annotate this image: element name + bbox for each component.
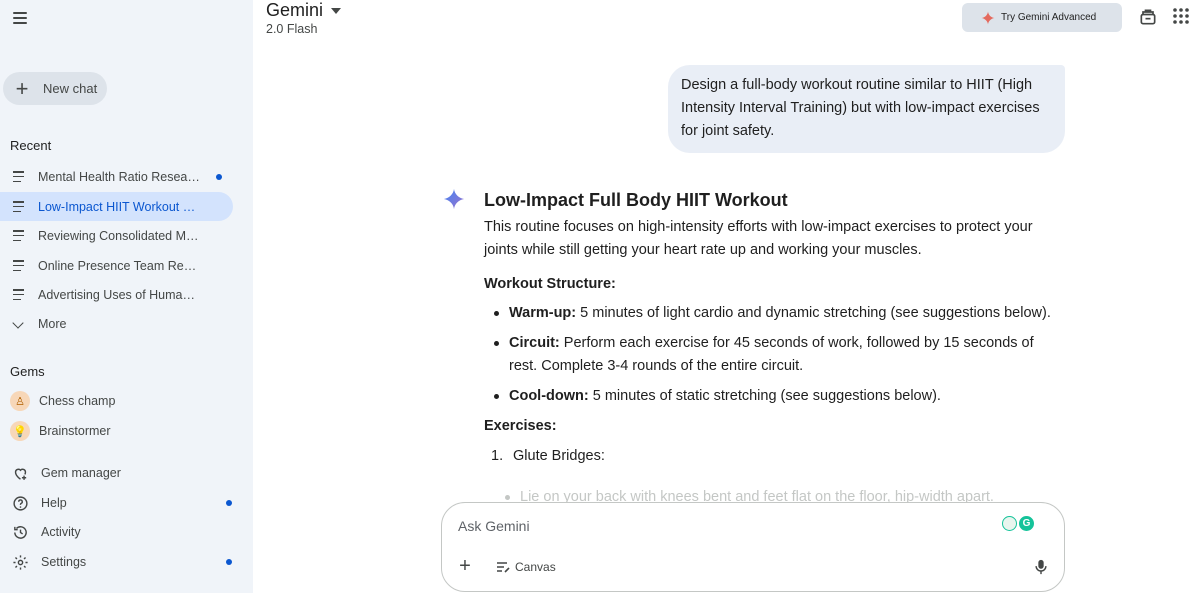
recent-item-label: Low-Impact HIIT Workout Design — [38, 199, 201, 214]
recent-item[interactable]: Reviewing Consolidated Meeting — [0, 221, 233, 250]
more-label: More — [38, 317, 67, 331]
gem-item-brainstormer[interactable]: 💡 Brainstormer — [0, 417, 233, 445]
gemini-sparkle-icon — [443, 188, 465, 210]
new-chat-label: New chat — [43, 81, 98, 96]
prompt-input-box[interactable]: Ask Gemini G + Canvas — [441, 502, 1065, 592]
list-item: Warm-up: 5 minutes of light cardio and d… — [484, 302, 1054, 325]
notification-dot — [226, 500, 232, 506]
gem-label: Brainstormer — [39, 424, 111, 438]
plus-icon: + — [15, 75, 29, 101]
settings-label: Settings — [41, 555, 87, 569]
recent-item-label: Reviewing Consolidated Meeting — [38, 228, 201, 243]
chat-icon — [13, 171, 24, 182]
response-title: Low-Impact Full Body HIIT Workout — [484, 190, 788, 210]
try-gemini-advanced-button[interactable]: Try Gemini Advanced — [962, 3, 1122, 32]
response-intro: This routine focuses on high-intensity e… — [484, 219, 1033, 258]
exercises-heading: Exercises: — [484, 418, 557, 434]
gemini-response: Low-Impact Full Body HIIT Workout This r… — [484, 186, 1054, 505]
recent-item-label: Advertising Uses of Human Data — [38, 287, 201, 302]
microphone-icon[interactable] — [1034, 559, 1048, 575]
temporary-chat-icon[interactable] — [1138, 7, 1158, 27]
new-chat-button[interactable]: + New chat — [3, 72, 107, 105]
user-message: Design a full-body workout routine simil… — [668, 65, 1065, 153]
list-item: Cool-down: 5 minutes of static stretchin… — [484, 385, 1054, 408]
gem-item-chess-champ[interactable]: ♙ Chess champ — [0, 387, 233, 415]
model-dropdown-icon[interactable] — [331, 8, 341, 14]
activity-label: Activity — [41, 525, 81, 539]
gem-manager-label: Gem manager — [41, 466, 121, 480]
add-attachment-icon[interactable]: + — [457, 556, 473, 576]
help-label: Help — [41, 496, 67, 510]
gems-title: Gems — [10, 364, 45, 379]
workout-structure-heading: Workout Structure: — [484, 276, 616, 292]
settings-icon — [11, 553, 29, 571]
gem-manager-button[interactable]: Gem manager — [0, 459, 240, 487]
chat-icon — [13, 260, 24, 271]
sparkle-icon — [981, 11, 995, 24]
main-menu-icon[interactable] — [9, 7, 31, 29]
prompt-input[interactable]: Ask Gemini — [458, 518, 530, 534]
grammarly-icon[interactable]: G — [1002, 516, 1036, 534]
recent-item[interactable]: Online Presence Team Research — [0, 251, 233, 280]
workout-structure-list: Warm-up: 5 minutes of light cardio and d… — [484, 302, 1054, 408]
chat-icon — [13, 289, 24, 300]
help-button[interactable]: Help — [0, 489, 240, 517]
recent-item[interactable]: Mental Health Ratio Research — [0, 162, 233, 191]
pawn-icon: ♙ — [10, 391, 30, 411]
chat-icon — [13, 230, 24, 241]
gem-label: Chess champ — [39, 394, 116, 408]
activity-button[interactable]: Activity — [0, 518, 240, 546]
recent-title: Recent — [10, 138, 52, 153]
list-item: Circuit: Perform each exercise for 45 se… — [484, 332, 1054, 378]
sidebar: + New chat Recent Mental Health Ratio Re… — [0, 0, 253, 593]
app-title[interactable]: Gemini — [266, 0, 323, 21]
chevron-down-icon — [12, 317, 24, 329]
notification-dot — [226, 559, 232, 565]
gem-manager-icon — [11, 464, 29, 482]
apps-grid-icon[interactable] — [1172, 7, 1192, 27]
lightbulb-icon: 💡 — [10, 421, 30, 441]
canvas-label: Canvas — [515, 560, 556, 574]
exercise-number: 1. — [491, 448, 504, 464]
exercise-title: Glute Bridges: — [513, 448, 605, 464]
settings-button[interactable]: Settings — [0, 548, 240, 576]
model-name[interactable]: 2.0 Flash — [266, 22, 317, 36]
recent-item[interactable]: Advertising Uses of Human Data — [0, 280, 233, 309]
recent-item-active[interactable]: Low-Impact HIIT Workout Design — [0, 192, 233, 221]
canvas-icon — [497, 562, 510, 573]
recent-item-label: Mental Health Ratio Research — [38, 169, 201, 184]
more-button[interactable]: More — [0, 310, 233, 339]
unread-dot — [216, 174, 222, 180]
help-icon — [11, 494, 29, 512]
recent-item-label: Online Presence Team Research — [38, 258, 201, 273]
activity-icon — [11, 523, 29, 541]
chat-icon — [13, 201, 24, 212]
try-advanced-label: Try Gemini Advanced — [1001, 12, 1097, 23]
canvas-button[interactable]: Canvas — [496, 558, 556, 576]
